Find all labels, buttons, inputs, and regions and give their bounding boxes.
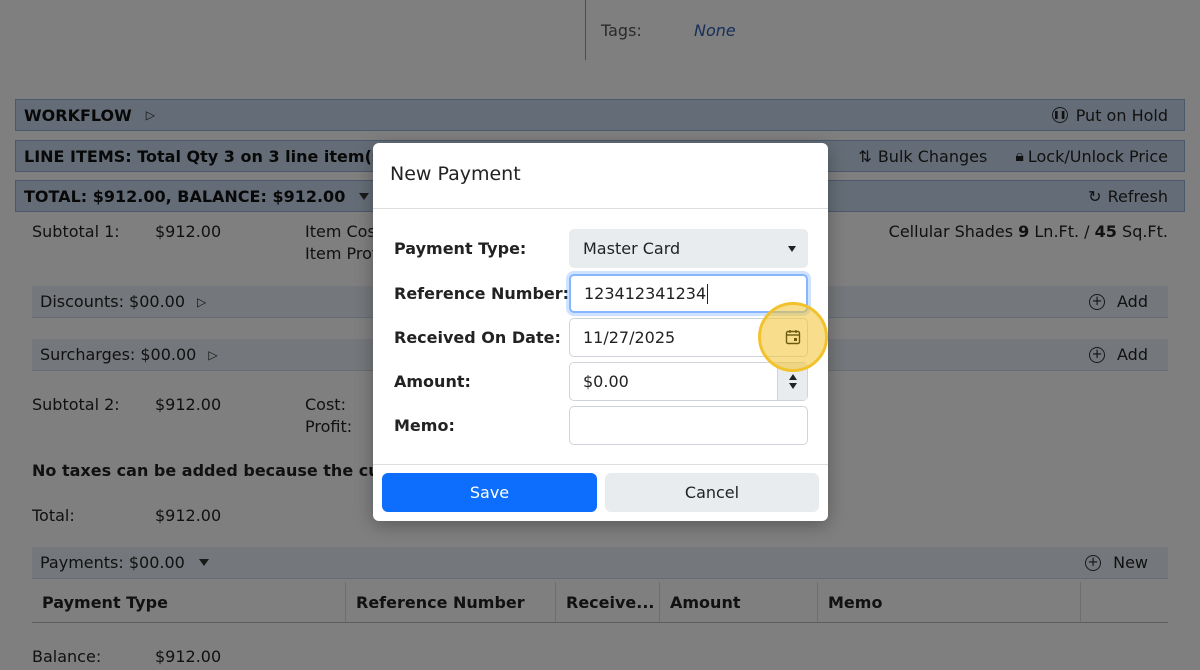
received-on-date-value: 11/27/2025 bbox=[583, 328, 676, 347]
calendar-button[interactable] bbox=[778, 322, 808, 352]
spin-up-icon[interactable] bbox=[788, 374, 797, 380]
memo-label: Memo: bbox=[394, 416, 455, 435]
spin-down-icon[interactable] bbox=[788, 383, 797, 389]
save-button[interactable]: Save bbox=[382, 473, 597, 512]
amount-value: $0.00 bbox=[583, 372, 629, 391]
cancel-button[interactable]: Cancel bbox=[605, 473, 819, 512]
payment-type-value: Master Card bbox=[583, 239, 681, 258]
amount-label: Amount: bbox=[394, 372, 471, 391]
memo-input[interactable] bbox=[569, 406, 808, 445]
chevron-down-icon bbox=[788, 246, 796, 252]
text-cursor bbox=[707, 283, 709, 304]
payment-type-select[interactable]: Master Card bbox=[569, 229, 808, 268]
cancel-label: Cancel bbox=[684, 483, 740, 502]
dialog-footer-divider bbox=[373, 464, 828, 465]
received-on-date-label: Received On Date: bbox=[394, 328, 561, 347]
reference-number-input[interactable]: 123412341234 bbox=[569, 274, 808, 313]
dialog-header-divider bbox=[373, 208, 828, 209]
reference-number-value: 123412341234 bbox=[584, 284, 707, 303]
calendar-icon bbox=[785, 330, 801, 345]
reference-number-label: Reference Number: bbox=[394, 284, 570, 303]
save-label: Save bbox=[469, 483, 510, 502]
payment-type-label: Payment Type: bbox=[394, 239, 527, 258]
amount-input[interactable]: $0.00 bbox=[569, 362, 808, 401]
dialog-title: New Payment bbox=[390, 163, 521, 185]
